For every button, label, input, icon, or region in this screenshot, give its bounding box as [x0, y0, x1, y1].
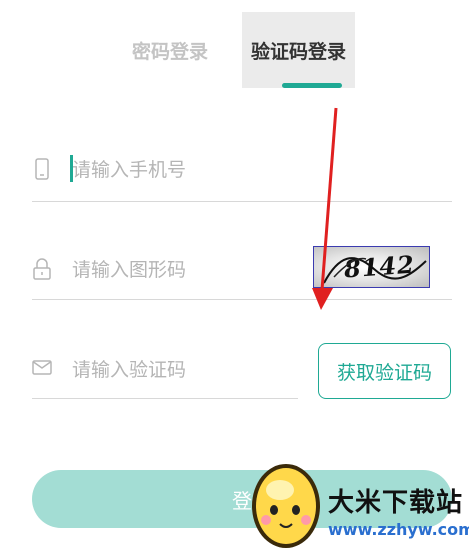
- watermark-title: 大米下载站: [328, 488, 464, 518]
- watermark-url: www.zzhyw.com: [328, 520, 469, 539]
